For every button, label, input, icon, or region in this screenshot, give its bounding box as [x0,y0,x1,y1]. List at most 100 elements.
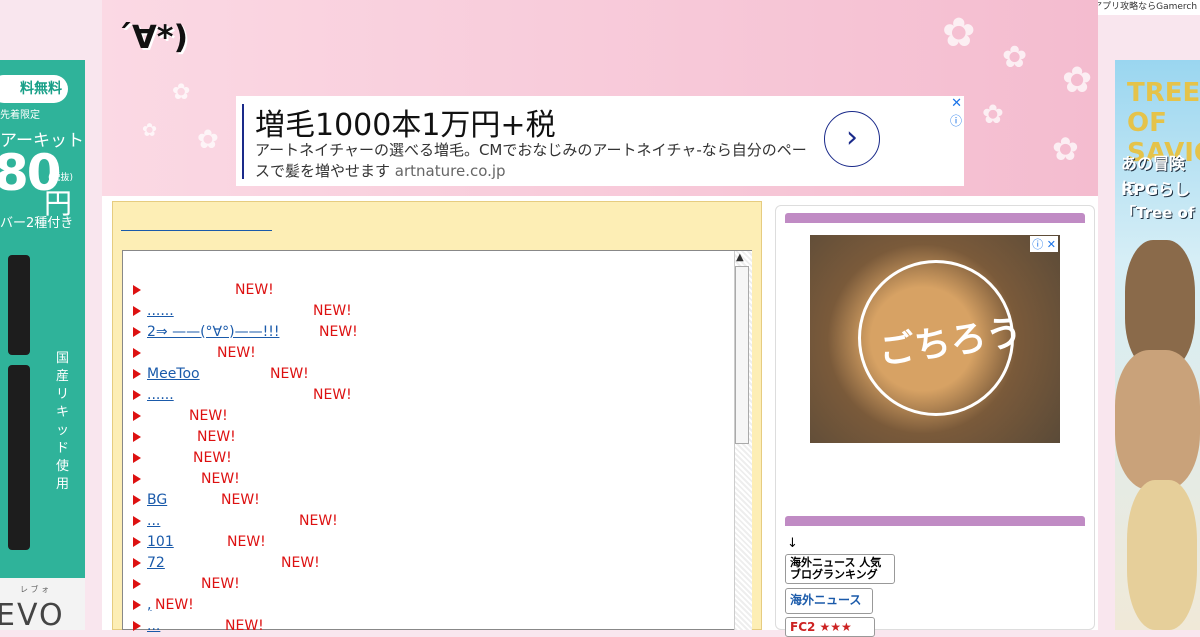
list-item[interactable]: BG NEW! [133,490,260,510]
list-item[interactable]: ... NEW! [133,511,338,531]
info-icon[interactable]: ⓘ [950,112,962,129]
triangle-bullet-icon [133,285,141,295]
right-ad-line3: 「Tree of [1121,204,1195,222]
left-ad-badge: 料無料 [0,75,68,103]
list-item-link[interactable]: ...... [147,385,309,405]
pr-tag[interactable]: PRアプリ攻略ならGamerch [1080,0,1200,15]
triangle-bullet-icon [133,474,141,484]
list-item[interactable] [133,262,157,282]
triangle-bullet-icon [133,579,141,589]
list-item[interactable]: MeeToo NEW! [133,364,309,384]
list-item[interactable]: ...... NEW! [133,301,352,321]
flower-decoration: ✿ [1002,40,1028,75]
scrollbar-thumb[interactable] [735,266,749,444]
new-badge: NEW! [281,555,320,571]
triangle-bullet-icon [133,453,141,463]
list-item-link[interactable]: 72 [147,553,277,573]
new-badge: NEW! [225,618,264,634]
list-item[interactable]: 2⇒ ——(°∀°)——!!! NEW! [133,322,358,342]
new-badge: NEW! [313,387,352,403]
list-item[interactable]: NEW! [133,343,256,363]
new-badge: NEW! [319,324,358,340]
site-title[interactable]: ´∀*) [116,18,188,56]
list-item-link[interactable]: ...... [147,301,309,321]
list-item[interactable]: NEW! [133,427,236,447]
new-badge: NEW! [221,492,260,508]
ad-choices-icon[interactable]: ⓘ ✕ [1030,236,1058,252]
left-ad-brand: EVO [0,598,65,630]
left-ad-banner[interactable]: 料無料 先着限定 アーキット 80 (税抜) 円 バー2種付き 国産リキッド使用… [0,60,85,630]
left-ad-line1: 先着限定 [0,110,40,121]
new-badge: NEW! [155,597,194,613]
top-ad-headline[interactable]: 増毛1000本1万円+税 [255,100,556,144]
triangle-bullet-icon [133,327,141,337]
list-item-link[interactable]: MeeToo [147,364,266,384]
list-item[interactable]: NEW! [133,574,240,594]
pr-tag-text: アプリ攻略ならGamerch [1093,2,1198,12]
list-item-link[interactable]: ... [147,616,221,636]
list-item[interactable]: 101 NEW! [133,532,266,552]
flower-decoration: ✿ [1062,60,1093,101]
list-item[interactable]: NEW! [133,280,274,300]
top-ad-accent-bar [242,104,244,179]
triangle-bullet-icon [133,369,141,379]
new-badge: NEW! [313,303,352,319]
sidebar-ad-image[interactable]: ごちろう ⓘ ✕ [810,235,1060,443]
list-item[interactable]: ...... NEW! [133,385,352,405]
triangle-bullet-icon [133,537,141,547]
left-ad-line3: バー2種付き [0,216,74,231]
close-icon[interactable]: ✕ [951,96,962,111]
new-badge: NEW! [201,576,240,592]
triangle-bullet-icon [133,432,141,442]
list-item[interactable]: ... NEW! [133,616,264,636]
right-ad-banner[interactable]: TREE OF SAVIOR あの冒険に RPGらし 「Tree of [1115,60,1200,630]
character-illustration [1115,350,1200,490]
new-badge: NEW! [217,345,256,361]
triangle-bullet-icon [133,558,141,568]
arrow-down-icon: ↓ [787,536,798,551]
triangle-bullet-icon [133,600,141,610]
flower-decoration: ✿ [942,10,976,56]
new-badge: NEW! [270,366,309,382]
character-illustration [1127,480,1197,630]
list-item-link[interactable]: 2⇒ ——(°∀°)——!!! [147,322,315,342]
top-ad-banner[interactable]: 増毛1000本1万円+税 アートネイチャーの選べる増毛。CMでおなじみのアートネ… [236,96,964,186]
list-item-link[interactable]: ... [147,511,295,531]
triangle-bullet-icon [133,348,141,358]
list-item[interactable]: 72 NEW! [133,553,320,573]
top-ad-url[interactable]: artnature.co.jp [395,162,506,180]
list-item-link[interactable]: 101 [147,532,223,552]
sidebar-section-header [785,516,1085,526]
left-ad-small-text: レ ブ ォ [20,585,50,594]
blog-ranking-badge[interactable]: 海外ニュース 人気ブログランキング [785,554,895,584]
list-item[interactable]: NEW! [133,406,228,426]
fc2-badge[interactable]: FC2 ★★★ [785,617,875,637]
triangle-bullet-icon [133,390,141,400]
list-item-link[interactable]: , [147,595,151,615]
list-item[interactable]: NEW! [133,448,232,468]
new-badge: NEW! [299,513,338,529]
flower-decoration: ✿ [172,80,191,105]
new-badge: NEW! [227,534,266,550]
content-heading-link[interactable] [121,229,272,231]
new-badge: NEW! [235,282,274,298]
scroll-up-icon[interactable]: ▲ [736,252,744,263]
right-ad-line2: RPGらし [1121,180,1191,199]
flower-decoration: ✿ [197,125,219,155]
flower-decoration: ✿ [142,120,158,141]
list-item[interactable]: NEW! [133,469,240,489]
new-badge: NEW! [193,450,232,466]
vape-pen-image-2 [8,365,30,550]
flower-decoration: ✿ [982,100,1004,130]
chevron-right-icon[interactable]: › [824,111,880,167]
list-item[interactable]: , NEW! [133,595,194,615]
top-ad-description: アートネイチャーの選べる増毛。CMでおなじみのアートネイチャ-なら自分のペースで… [255,140,815,182]
triangle-bullet-icon [133,306,141,316]
top-ad-desc-text: アートネイチャーの選べる増毛。CMでおなじみのアートネイチャ-なら自分のペースで… [255,141,807,180]
triangle-bullet-icon [133,516,141,526]
left-ad-vertical-text: 国産リキッド使用 [56,351,70,492]
triangle-bullet-icon [133,495,141,505]
new-badge: NEW! [189,408,228,424]
news-badge[interactable]: 海外ニュース [785,588,873,614]
list-item-link[interactable]: BG [147,490,217,510]
